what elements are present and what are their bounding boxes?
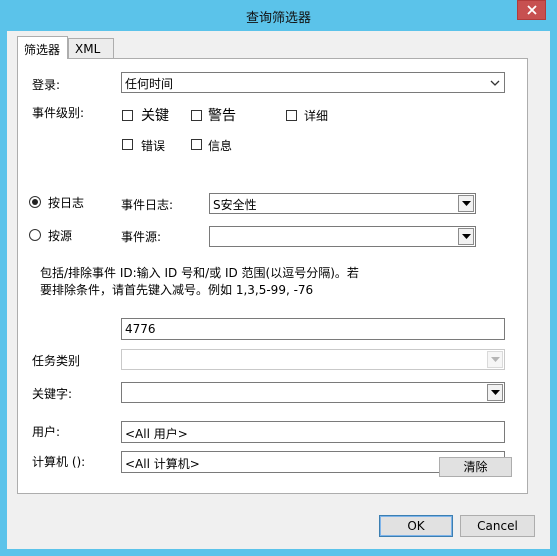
event-sources-label: 事件源: — [121, 230, 162, 244]
warning-label: 警告 — [208, 108, 236, 124]
user-input[interactable]: <All 用户> — [121, 421, 505, 443]
information-checkbox[interactable] — [191, 139, 202, 150]
ok-button[interactable]: OK — [379, 515, 453, 537]
event-sources-dropdown-button[interactable] — [458, 228, 474, 245]
instructions-line-2: 要排除条件，请首先键入减号。例如 1,3,5-99, -76 — [40, 283, 314, 297]
task-category-dropdown-button[interactable] — [487, 351, 503, 368]
error-checkbox[interactable] — [122, 139, 133, 150]
event-level-label: 事件级别: — [32, 106, 85, 120]
event-id-instructions: 包括/排除事件 ID:输入 ID 号和/或 ID 范围(以逗号分隔)。若 要排除… — [40, 265, 400, 299]
dialog-body: 筛选器 XML 登录: 任何时间 事件级别: 关键 警告 详细 错误 信息 按日… — [7, 31, 550, 549]
radio-selected-dot — [32, 199, 38, 205]
close-icon — [526, 5, 537, 15]
clear-button[interactable]: 清除 — [439, 457, 512, 477]
user-value: <All 用户> — [125, 427, 188, 441]
query-filter-dialog: 查询筛选器 筛选器 XML 登录: 任何时间 事件级别: 关键 警告 详细 错误… — [0, 0, 557, 556]
event-ids-value: 4776 — [125, 322, 156, 336]
title-bar[interactable]: 查询筛选器 — [0, 0, 557, 31]
event-logs-dropdown-button[interactable] — [458, 195, 474, 212]
warning-checkbox[interactable] — [191, 110, 202, 121]
ok-button-label: OK — [407, 519, 425, 533]
critical-checkbox[interactable] — [122, 110, 133, 121]
logged-value: 任何时间 — [125, 77, 174, 91]
triangle-down-icon — [462, 234, 471, 239]
event-sources-dropdown[interactable] — [209, 226, 476, 247]
information-label: 信息 — [208, 139, 233, 153]
triangle-down-icon — [491, 357, 500, 362]
by-source-label: 按源 — [48, 229, 73, 243]
tab-xml[interactable]: XML — [68, 38, 114, 58]
chevron-down-icon — [490, 80, 500, 86]
error-label: 错误 — [141, 139, 166, 153]
logged-dropdown[interactable]: 任何时间 — [121, 72, 505, 93]
keywords-label: 关键字: — [32, 387, 73, 401]
computer-label: 计算机 (): — [32, 455, 86, 469]
close-button[interactable] — [517, 0, 546, 20]
event-logs-label: 事件日志: — [121, 198, 174, 212]
by-source-radio[interactable] — [29, 229, 41, 241]
triangle-down-icon — [462, 201, 471, 206]
computer-value: <All 计算机> — [125, 457, 200, 471]
keywords-dropdown-button[interactable] — [487, 384, 503, 401]
event-ids-input[interactable]: 4776 — [121, 318, 505, 340]
event-logs-value: S安全性 — [213, 198, 257, 212]
keywords-dropdown[interactable] — [121, 382, 505, 403]
cancel-button-label: Cancel — [477, 519, 518, 533]
instructions-line-1: 包括/排除事件 ID:输入 ID 号和/或 ID 范围(以逗号分隔)。若 — [40, 266, 359, 280]
filter-panel: 登录: 任何时间 事件级别: 关键 警告 详细 错误 信息 按日志 事件日志: … — [17, 58, 528, 494]
user-label: 用户: — [32, 425, 61, 439]
event-logs-dropdown[interactable]: S安全性 — [209, 193, 476, 214]
dialog-title: 查询筛选器 — [245, 11, 311, 26]
cancel-button[interactable]: Cancel — [460, 515, 535, 537]
logged-label: 登录: — [32, 78, 61, 92]
verbose-label: 详细 — [304, 109, 329, 123]
tab-filter[interactable]: 筛选器 — [17, 36, 68, 59]
triangle-down-icon — [491, 390, 500, 395]
by-log-label: 按日志 — [48, 196, 85, 210]
critical-label: 关键 — [141, 108, 169, 124]
tab-xml-label: XML — [75, 42, 101, 56]
by-log-radio[interactable] — [29, 196, 41, 208]
tab-filter-label: 筛选器 — [24, 43, 61, 57]
clear-button-label: 清除 — [463, 460, 488, 474]
task-category-dropdown[interactable] — [121, 349, 505, 370]
task-category-label: 任务类别 — [32, 354, 81, 368]
verbose-checkbox[interactable] — [286, 110, 297, 121]
